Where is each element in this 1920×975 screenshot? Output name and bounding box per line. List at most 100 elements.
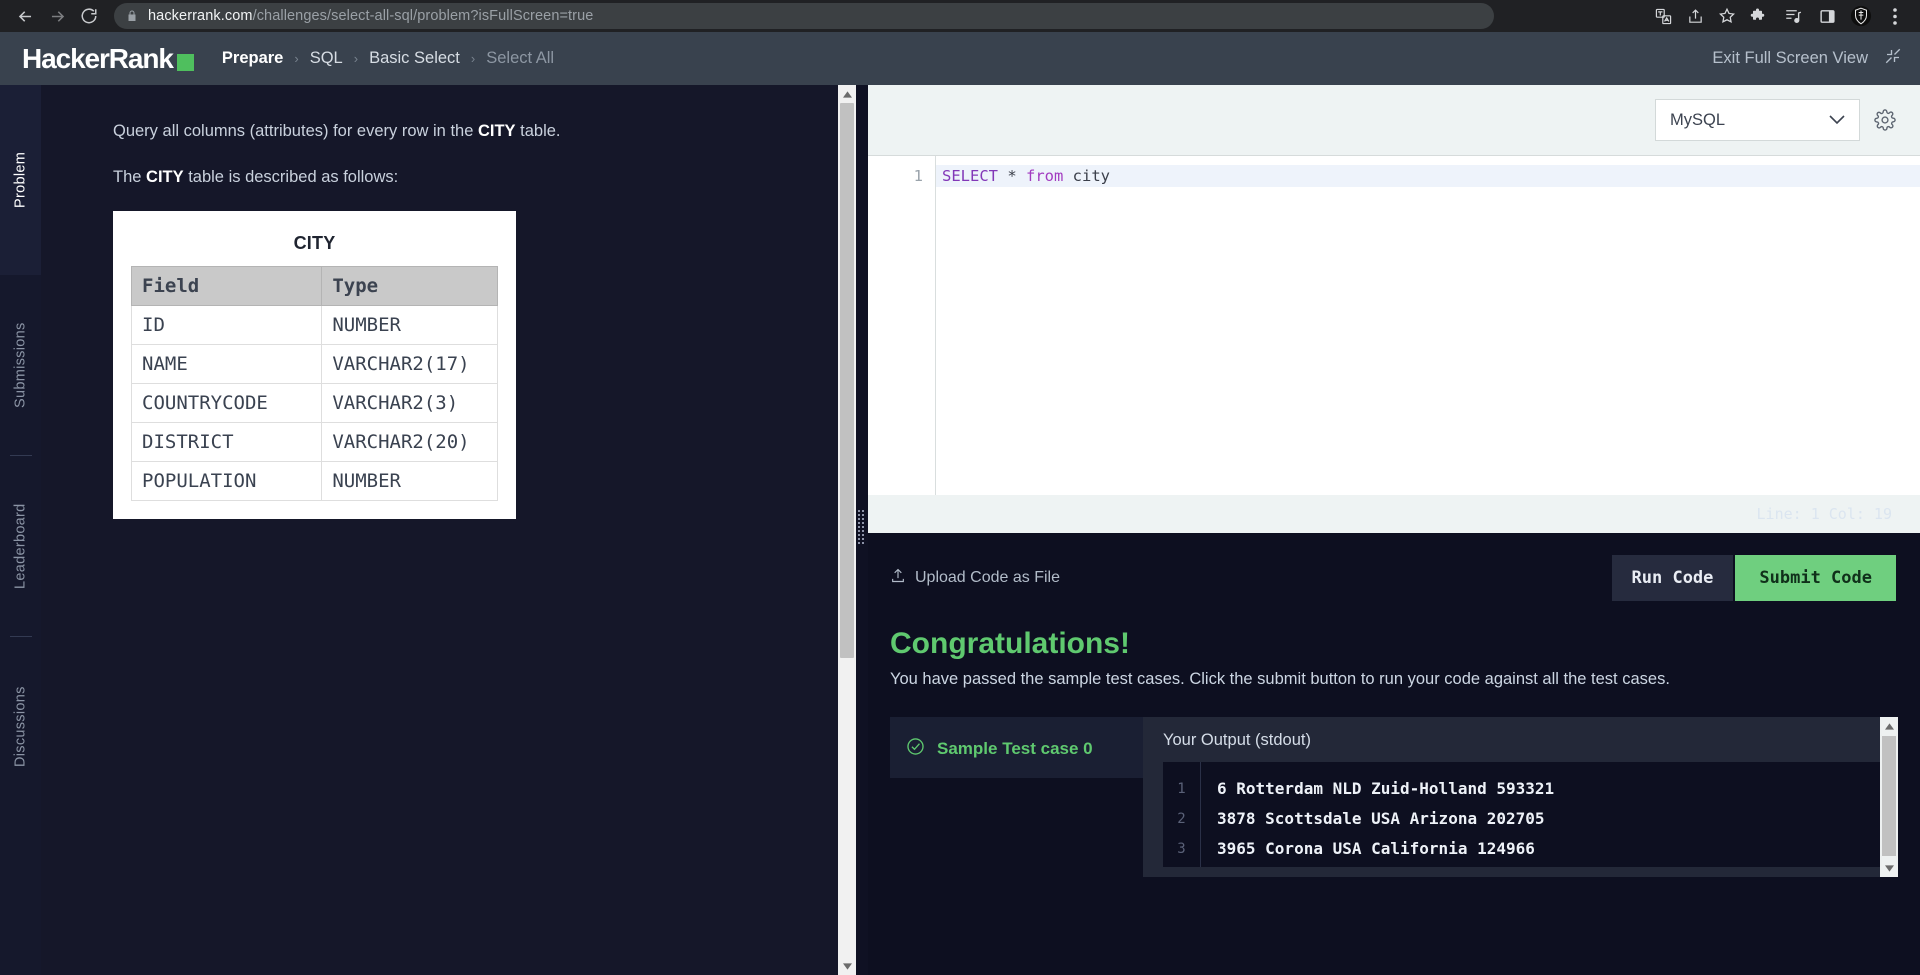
scroll-up-arrow-icon[interactable] [838,85,856,103]
forward-button[interactable] [42,1,72,31]
column-header-field: Field [130,265,323,306]
text-fragment: table. [515,122,561,140]
cell-type: NUMBER [321,460,498,501]
editor-action-bar: Upload Code as File Run Code Submit Code [868,533,1920,621]
editor-status-bar: Line: 1 Col: 19 [868,495,1920,533]
panel-splitter[interactable] [856,85,868,975]
output-title: Your Output (stdout) [1163,731,1311,749]
text-fragment: Query all columns (attributes) for every… [113,122,478,140]
cell-field: POPULATION [130,460,323,501]
editor-panel: MySQL 1 SELECT * from city Line: 1 Col: … [868,85,1920,975]
sidebar-item-leaderboard[interactable]: Leaderboard [0,456,41,636]
upload-code-button[interactable]: Upload Code as File [890,567,1060,589]
problem-scrollbar[interactable] [838,85,856,975]
text-fragment: table is described as follows: [183,167,399,186]
submit-code-button[interactable]: Submit Code [1735,555,1896,601]
back-button[interactable] [10,1,40,31]
editor-buttons: Run Code Submit Code [1611,555,1896,601]
cell-type: VARCHAR2(20) [321,421,498,462]
problem-statement-line2: The CITY table is described as follows: [113,165,856,190]
reload-button[interactable] [74,1,104,31]
result-subtext: You have passed the sample test cases. C… [890,670,1670,688]
editor-settings-button[interactable] [1874,109,1896,131]
scrollbar-thumb[interactable] [1882,736,1896,856]
upload-icon [890,567,906,589]
breadcrumb-prepare[interactable]: Prepare [222,49,283,68]
lock-icon [126,9,138,23]
breadcrumb: Prepare › SQL › Basic Select › Select Al… [222,49,554,68]
reading-list-icon[interactable] [1778,1,1808,31]
scroll-down-arrow-icon[interactable] [838,957,856,975]
output-line-number: 2 [1177,811,1186,827]
sql-operator-star: * [998,167,1026,185]
line-col-indicator: Line: 1 Col: 19 [1756,505,1892,523]
browser-extension-icons [1744,1,1910,31]
logo-square-icon [176,53,194,71]
scroll-up-arrow-icon[interactable] [1880,717,1898,735]
breadcrumb-basic-select[interactable]: Basic Select [369,49,460,68]
share-icon[interactable] [1680,1,1710,31]
code-editor[interactable]: 1 SELECT * from city [868,155,1920,495]
check-circle-icon [906,737,925,761]
exit-fullscreen-button[interactable]: Exit Full Screen View [1712,47,1902,70]
collapse-arrows-icon [1884,47,1902,70]
sidebar-item-label: Submissions [12,322,29,408]
editor-toolbar: MySQL [868,85,1920,155]
result-heading: Congratulations! [890,627,1130,660]
testcase-panel: Sample Test case 0 Your Output (stdout) … [890,717,1898,879]
exit-fullscreen-label: Exit Full Screen View [1712,49,1868,67]
upload-code-label: Upload Code as File [915,569,1060,586]
breadcrumb-separator-icon: › [470,51,476,66]
table-row: ID NUMBER [130,304,498,345]
testcase-label: Sample Test case 0 [937,739,1093,758]
code-text-area[interactable]: SELECT * from city [936,156,1920,495]
chevron-down-icon [1829,111,1845,130]
url-host: hackerrank.com [148,8,253,24]
cell-field: NAME [130,343,323,384]
browser-menu-icon[interactable] [1880,1,1910,31]
language-select[interactable]: MySQL [1655,99,1860,141]
cell-type: NUMBER [321,304,498,345]
browser-toolbar: hackerrank.com/challenges/select-all-sql… [0,0,1920,32]
sidebar-item-submissions[interactable]: Submissions [0,275,41,455]
bookmark-star-icon[interactable] [1712,1,1742,31]
run-code-button[interactable]: Run Code [1611,555,1734,601]
breadcrumb-select-all: Select All [486,49,555,67]
table-name-emphasis: CITY [477,122,516,140]
breadcrumb-separator-icon: › [353,51,359,66]
url-path: /challenges/select-all-sql/problem?isFul… [252,8,594,24]
breadcrumb-sql[interactable]: SQL [310,49,343,68]
output-line-text: 6 Rotterdam NLD Zuid-Holland 593321 [1217,779,1555,798]
translate-icon[interactable] [1648,1,1678,31]
sidebar-item-problem[interactable]: Problem [0,85,41,275]
code-line: SELECT * from city [936,165,1920,187]
address-bar[interactable]: hackerrank.com/challenges/select-all-sql… [114,3,1494,29]
testcase-item[interactable]: Sample Test case 0 [890,717,1143,761]
table-row: DISTRICT VARCHAR2(20) [130,421,498,462]
language-select-value: MySQL [1670,110,1726,129]
hackerrank-logo[interactable]: HackerRank [22,43,194,75]
output-scrollbar[interactable] [1880,717,1898,877]
output-line-text: 3965 Corona USA California 124966 [1217,839,1535,858]
sql-keyword-from: from [1026,167,1064,185]
main-area: Problem Submissions Leaderboard Discussi… [0,85,1920,975]
sidebar-item-discussions[interactable]: Discussions [0,637,41,817]
table-header-row: Field Type [130,265,498,306]
problem-panel: Query all columns (attributes) for every… [41,85,856,975]
cell-field: ID [130,304,323,345]
table-row: POPULATION NUMBER [130,460,498,501]
cell-field: COUNTRYCODE [130,382,323,423]
table-name-emphasis: CITY [146,167,184,186]
sidebar-icon[interactable] [1812,1,1842,31]
result-section: Congratulations! You have passed the sam… [868,621,1920,689]
output-gutter: 1 2 3 [1163,762,1201,867]
output-console: 1 2 3 6 Rotterdam NLD Zuid-Holland 593321 3… [1163,762,1898,867]
splitter-grip-handle[interactable] [857,510,867,544]
scroll-down-arrow-icon[interactable] [1880,859,1898,877]
cell-type: VARCHAR2(3) [321,382,498,423]
scrollbar-thumb[interactable] [840,103,854,658]
table-row: NAME VARCHAR2(17) [130,343,498,384]
extensions-icon[interactable] [1744,1,1774,31]
sidebar-item-label: Discussions [12,686,29,768]
shield-extension-icon[interactable] [1846,1,1876,31]
